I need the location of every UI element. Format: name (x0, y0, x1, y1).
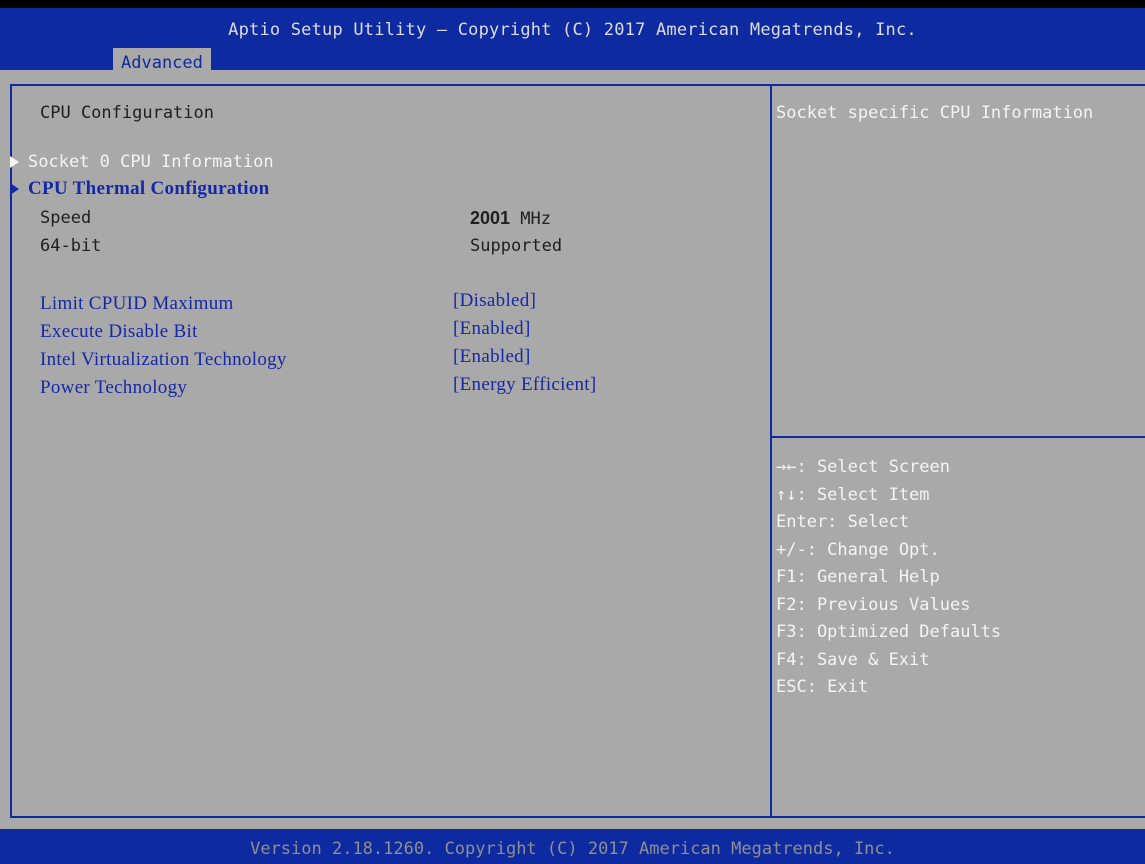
option-power-technology[interactable]: Power Technology (40, 377, 187, 399)
64bit-label: 64-bit (40, 236, 102, 256)
submenu-arrow-icon (10, 183, 19, 195)
speed-unit: MHz (520, 209, 552, 229)
key-help-select-screen: →←: Select Screen (776, 457, 950, 477)
key-help-f3: F3: Optimized Defaults (776, 622, 1002, 642)
main-area: CPU Configuration Socket 0 CPU Informati… (0, 70, 1145, 829)
page-title: CPU Configuration (40, 103, 214, 123)
submenu-socket-0-cpu-information[interactable]: Socket 0 CPU Information (28, 151, 274, 173)
key-help-select-item: ↑↓: Select Item (776, 485, 930, 505)
option-execute-disable-bit[interactable]: Execute Disable Bit (40, 321, 198, 343)
panel-divider (770, 84, 772, 818)
submenu-cpu-thermal-configuration[interactable]: CPU Thermal Configuration (28, 178, 269, 200)
speed-value: 2001 MHz (470, 207, 551, 230)
status-bar: Version 2.18.1260. Copyright (C) 2017 Am… (0, 829, 1145, 864)
option-limit-cpuid-maximum-value[interactable]: [Disabled] (453, 290, 536, 312)
option-power-technology-value[interactable]: [Energy Efficient] (453, 374, 596, 396)
submenu-arrow-icon (10, 156, 19, 168)
key-help-esc: ESC: Exit (776, 677, 869, 697)
key-help-f2: F2: Previous Values (776, 595, 971, 615)
option-limit-cpuid-maximum[interactable]: Limit CPUID Maximum (40, 293, 234, 315)
help-description: Socket specific CPU Information (776, 103, 1094, 123)
speed-label: Speed (40, 208, 92, 228)
title-bar: Aptio Setup Utility – Copyright (C) 2017… (0, 8, 1145, 78)
key-help-change-opt: +/-: Change Opt. (776, 540, 940, 560)
version-text: Version 2.18.1260. Copyright (C) 2017 Am… (250, 839, 895, 859)
window-title: Aptio Setup Utility – Copyright (C) 2017… (228, 20, 917, 40)
key-help-enter: Enter: Select (776, 512, 910, 532)
option-intel-virtualization-technology[interactable]: Intel Virtualization Technology (40, 349, 287, 371)
speed-number: 2001 (470, 208, 511, 228)
64bit-value: Supported (470, 236, 563, 256)
option-execute-disable-bit-value[interactable]: [Enabled] (453, 318, 531, 340)
option-intel-virtualization-technology-value[interactable]: [Enabled] (453, 346, 531, 368)
key-help-f4: F4: Save & Exit (776, 650, 930, 670)
help-divider (772, 436, 1145, 438)
key-help-f1: F1: General Help (776, 567, 940, 587)
